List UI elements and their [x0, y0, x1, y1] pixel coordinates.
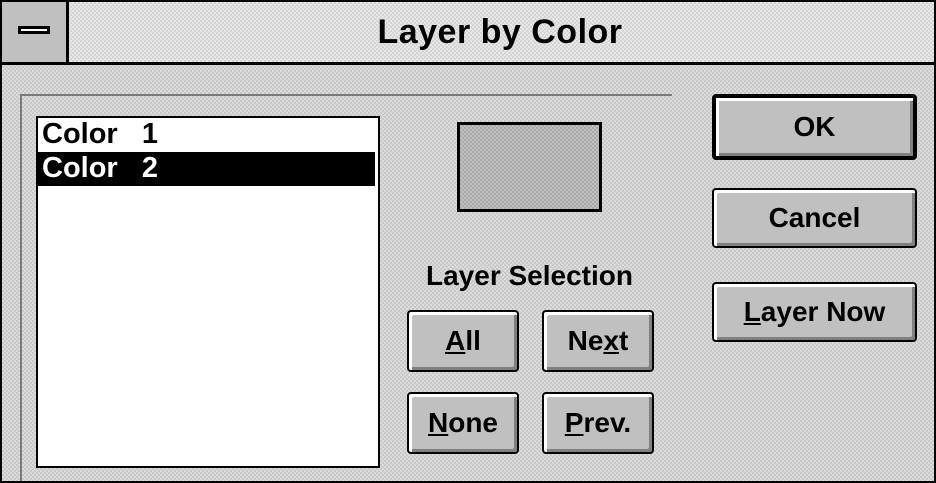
none-button[interactable]: None — [407, 392, 519, 454]
layer-now-label-post: ayer Now — [760, 296, 886, 327]
system-menu-button[interactable] — [2, 2, 69, 62]
prev-button-accel: P — [564, 407, 584, 438]
layer-now-button[interactable]: Layer Now — [712, 282, 917, 342]
layer-now-accel: L — [743, 296, 761, 327]
system-menu-icon — [18, 26, 50, 34]
none-button-label-post: one — [448, 407, 498, 438]
window-title: Layer by Color — [377, 13, 623, 51]
all-button-label-post: ll — [465, 325, 481, 356]
cancel-button[interactable]: Cancel — [712, 188, 917, 248]
color-preview-swatch — [457, 122, 602, 212]
all-button[interactable]: All — [407, 310, 519, 372]
title-bar[interactable]: Layer by Color — [2, 2, 934, 65]
next-button-label-post: t — [619, 325, 629, 356]
next-button[interactable]: Next — [542, 310, 654, 372]
list-item-color-2[interactable]: Color 2 — [38, 152, 375, 186]
ok-button[interactable]: OK — [712, 94, 917, 160]
list-item-color-1[interactable]: Color 1 — [38, 118, 378, 152]
all-button-accel: A — [445, 325, 466, 356]
next-button-accel: x — [603, 325, 620, 356]
none-button-accel: N — [427, 407, 449, 438]
layer-by-color-dialog: Layer by Color Color 1 Color 2 Layer Sel… — [0, 0, 936, 483]
prev-button-label-post: rev. — [583, 407, 632, 438]
layer-selection-label: Layer Selection — [426, 260, 633, 291]
next-button-label-pre: Ne — [567, 325, 604, 356]
color-listbox[interactable]: Color 1 Color 2 — [36, 116, 380, 468]
prev-button[interactable]: Prev. — [542, 392, 654, 454]
